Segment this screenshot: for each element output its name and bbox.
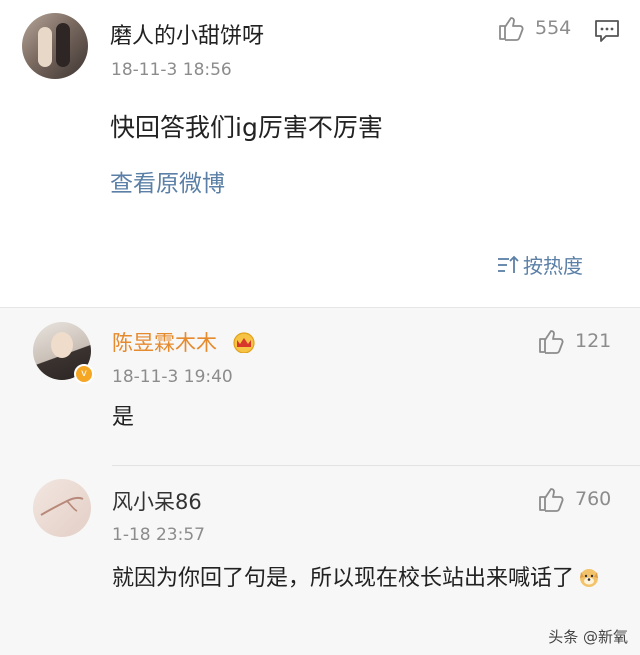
avatar-figure-right bbox=[56, 23, 70, 67]
comment-timestamp: 1-18 23:57 bbox=[112, 525, 205, 545]
commenter-name[interactable]: 陈昱霖木木 bbox=[112, 331, 217, 355]
comment-button[interactable] bbox=[594, 18, 620, 48]
comment-text: 是 bbox=[112, 405, 135, 430]
verified-badge-icon: v bbox=[74, 364, 94, 384]
post-author-avatar[interactable] bbox=[22, 13, 88, 79]
comment-text-wrap: 就因为你回了句是，所以现在校长站出来喊话了 bbox=[112, 560, 622, 598]
commenter-name[interactable]: 风小呆86 bbox=[112, 486, 202, 516]
comment-like-count: 760 bbox=[575, 488, 612, 510]
avatar-hand-illustration bbox=[40, 496, 84, 516]
comment-like-button[interactable]: 121 bbox=[537, 327, 611, 355]
post-author-name[interactable]: 磨人的小甜饼呀 bbox=[110, 18, 264, 50]
crown-badge-icon bbox=[233, 332, 255, 353]
post-like-count: 554 bbox=[535, 17, 572, 39]
comment-like-count: 121 bbox=[575, 330, 612, 352]
view-original-link[interactable]: 查看原微博 bbox=[110, 164, 225, 198]
weibo-post: 磨人的小甜饼呀 18-11-3 18:56 554 快回答我们ig厉害不厉害 查… bbox=[0, 0, 640, 307]
comment-text: 就因为你回了句是，所以现在校长站出来喊话了 bbox=[112, 566, 575, 591]
dog-emoji-icon bbox=[580, 569, 599, 587]
comment-icon bbox=[595, 20, 619, 42]
sort-icon bbox=[498, 255, 519, 273]
thumb-up-icon bbox=[499, 17, 524, 41]
commenter-name-row: 陈昱霖木木 bbox=[112, 327, 256, 357]
avatar-face bbox=[51, 332, 73, 358]
sort-by-hot-button[interactable]: 按热度 bbox=[497, 250, 583, 279]
avatar-figure-left bbox=[38, 27, 52, 67]
watermark: 头条 @新氧 bbox=[548, 628, 628, 646]
comment-item: 风小呆86 1-18 23:57 760 就因为你回了句是，所以现在校长站出来喊… bbox=[0, 466, 640, 655]
commenter-avatar[interactable] bbox=[33, 479, 91, 537]
sort-label: 按热度 bbox=[523, 254, 583, 278]
thumb-up-icon bbox=[539, 488, 564, 512]
thumb-up-icon bbox=[539, 330, 564, 354]
comment-list: v 陈昱霖木木 18-11-3 19:40 121 是 风小呆86 1-18 2… bbox=[0, 307, 640, 655]
comment-item: v 陈昱霖木木 18-11-3 19:40 121 是 bbox=[0, 308, 640, 466]
comment-like-button[interactable]: 760 bbox=[537, 485, 611, 513]
post-timestamp: 18-11-3 18:56 bbox=[111, 60, 232, 80]
post-content: 快回答我们ig厉害不厉害 bbox=[110, 113, 383, 142]
comment-timestamp: 18-11-3 19:40 bbox=[112, 367, 233, 387]
post-like-button[interactable]: 554 bbox=[497, 14, 571, 42]
